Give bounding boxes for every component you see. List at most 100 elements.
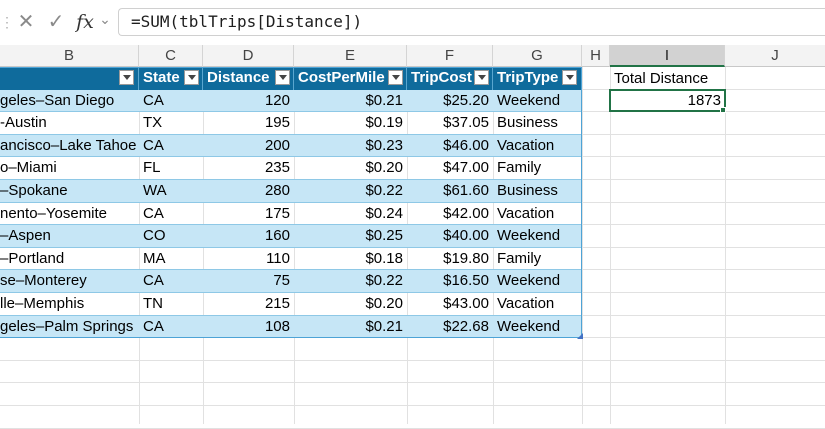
cell-distance[interactable]: 75 xyxy=(203,270,294,293)
cell-tripcost[interactable]: $61.60 xyxy=(407,180,493,203)
filter-dropdown-icon[interactable] xyxy=(388,70,403,85)
formula-input[interactable]: =SUM(tblTrips[Distance]) xyxy=(118,8,825,36)
table-resize-handle[interactable] xyxy=(577,333,583,339)
cell-state[interactable]: TN xyxy=(139,293,203,316)
table-header-tripcost[interactable]: TripCost xyxy=(407,67,493,90)
cell-distance[interactable]: 235 xyxy=(203,157,294,180)
cell-tripcost[interactable]: $19.80 xyxy=(407,248,493,271)
cell-triptype[interactable]: Business xyxy=(493,180,582,203)
filter-dropdown-icon[interactable] xyxy=(474,70,489,85)
cell-distance[interactable]: 200 xyxy=(203,135,294,158)
cell-triptype[interactable]: Weekend xyxy=(493,225,582,248)
filter-dropdown-icon[interactable] xyxy=(184,70,199,85)
column-header-h[interactable]: H xyxy=(582,45,610,67)
cell-state[interactable]: CA xyxy=(139,270,203,293)
cell-triptype[interactable]: Business xyxy=(493,112,582,135)
cell-route[interactable]: geles–Palm Springs xyxy=(0,316,139,339)
cell-triptype[interactable]: Vacation xyxy=(493,293,582,316)
table-header-row: State Distance CostPerMile TripCost Trip… xyxy=(0,67,582,90)
cell-state[interactable]: CA xyxy=(139,90,203,113)
active-cell-total[interactable]: 1873 xyxy=(609,89,726,112)
enter-icon[interactable]: ✓ xyxy=(44,8,68,36)
cell-costpermile[interactable]: $0.25 xyxy=(294,225,407,248)
cell-distance[interactable]: 195 xyxy=(203,112,294,135)
cell-costpermile[interactable]: $0.22 xyxy=(294,180,407,203)
cell-costpermile[interactable]: $0.18 xyxy=(294,248,407,271)
cell-triptype[interactable]: Weekend xyxy=(493,316,582,339)
cell-state[interactable]: CO xyxy=(139,225,203,248)
filter-dropdown-icon[interactable] xyxy=(562,70,577,85)
column-header-j[interactable]: J xyxy=(725,45,825,67)
table-header-triptype[interactable]: TripType xyxy=(493,67,582,90)
cell-triptype[interactable]: Family xyxy=(493,157,582,180)
cell-costpermile[interactable]: $0.20 xyxy=(294,157,407,180)
cell-route[interactable]: lle–Memphis xyxy=(0,293,139,316)
cell-route[interactable]: –Portland xyxy=(0,248,139,271)
cell-tripcost[interactable]: $42.00 xyxy=(407,203,493,226)
cell-triptype[interactable]: Family xyxy=(493,248,582,271)
cell-triptype[interactable]: Vacation xyxy=(493,135,582,158)
fill-handle[interactable] xyxy=(720,107,726,113)
cell-route[interactable]: ancisco–Lake Tahoe xyxy=(0,135,139,158)
summary-label[interactable]: Total Distance xyxy=(611,68,724,89)
cell-state[interactable]: TX xyxy=(139,112,203,135)
cell-state[interactable]: FL xyxy=(139,157,203,180)
cell-costpermile[interactable]: $0.24 xyxy=(294,203,407,226)
column-header-d[interactable]: D xyxy=(203,45,294,67)
cell-state[interactable]: CA xyxy=(139,316,203,339)
cell-distance[interactable]: 175 xyxy=(203,203,294,226)
table-header-distance[interactable]: Distance xyxy=(203,67,294,90)
cell-route[interactable]: nento–Yosemite xyxy=(0,203,139,226)
cell-route[interactable]: -Austin xyxy=(0,112,139,135)
cell-state[interactable]: WA xyxy=(139,180,203,203)
cell-tripcost[interactable]: $43.00 xyxy=(407,293,493,316)
cell-tripcost[interactable]: $22.68 xyxy=(407,316,493,339)
cell-distance[interactable]: 160 xyxy=(203,225,294,248)
cell-route[interactable]: –Aspen xyxy=(0,225,139,248)
cell-distance[interactable]: 280 xyxy=(203,180,294,203)
cell-triptype[interactable]: Weekend xyxy=(493,270,582,293)
column-header-g[interactable]: G xyxy=(493,45,582,67)
chevron-down-icon[interactable]: ⌄ xyxy=(98,8,112,36)
cell-route[interactable]: se–Monterey xyxy=(0,270,139,293)
cell-costpermile[interactable]: $0.20 xyxy=(294,293,407,316)
cell-tripcost[interactable]: $16.50 xyxy=(407,270,493,293)
cell-triptype[interactable]: Weekend xyxy=(493,90,582,113)
cell-costpermile[interactable]: $0.21 xyxy=(294,316,407,339)
cell-costpermile[interactable]: $0.21 xyxy=(294,90,407,113)
column-header-b[interactable]: B xyxy=(0,45,139,67)
table-header-state[interactable]: State xyxy=(139,67,203,90)
cell-tripcost[interactable]: $25.20 xyxy=(407,90,493,113)
table-row: o–Miami FL 235 $0.20 $47.00 Family xyxy=(0,157,582,180)
column-header-i[interactable]: I xyxy=(610,45,725,67)
cell-route[interactable]: geles–San Diego xyxy=(0,90,139,113)
column-header-e[interactable]: E xyxy=(294,45,407,67)
cell-costpermile[interactable]: $0.23 xyxy=(294,135,407,158)
cell-state[interactable]: CA xyxy=(139,203,203,226)
cell-tripcost[interactable]: $47.00 xyxy=(407,157,493,180)
cell-costpermile[interactable]: $0.19 xyxy=(294,112,407,135)
cell-triptype[interactable]: Vacation xyxy=(493,203,582,226)
cell-costpermile[interactable]: $0.22 xyxy=(294,270,407,293)
cell-route[interactable]: –Spokane xyxy=(0,180,139,203)
cell-state[interactable]: MA xyxy=(139,248,203,271)
column-header-c[interactable]: C xyxy=(139,45,203,67)
insert-function-icon[interactable]: fx xyxy=(74,8,96,36)
column-header-bar: B C D E F G H I J xyxy=(0,45,825,67)
cell-distance[interactable]: 108 xyxy=(203,316,294,339)
cell-distance[interactable]: 215 xyxy=(203,293,294,316)
cancel-icon[interactable]: ✕ xyxy=(14,8,38,36)
header-label: State xyxy=(143,69,180,86)
table-header-route[interactable] xyxy=(0,67,139,90)
cell-route[interactable]: o–Miami xyxy=(0,157,139,180)
table-header-costpermile[interactable]: CostPerMile xyxy=(294,67,407,90)
cell-tripcost[interactable]: $37.05 xyxy=(407,112,493,135)
cell-distance[interactable]: 110 xyxy=(203,248,294,271)
cell-tripcost[interactable]: $40.00 xyxy=(407,225,493,248)
filter-dropdown-icon[interactable] xyxy=(119,70,134,85)
column-header-f[interactable]: F xyxy=(407,45,493,67)
cell-state[interactable]: CA xyxy=(139,135,203,158)
filter-dropdown-icon[interactable] xyxy=(275,70,290,85)
cell-distance[interactable]: 120 xyxy=(203,90,294,113)
cell-tripcost[interactable]: $46.00 xyxy=(407,135,493,158)
